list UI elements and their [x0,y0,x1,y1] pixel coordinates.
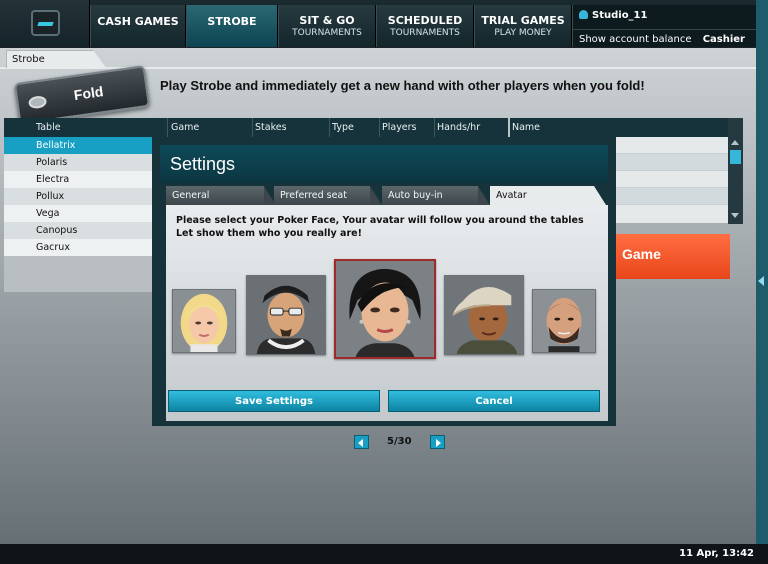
column-divider [434,118,435,137]
bald-bearded-man-avatar[interactable] [532,289,596,353]
user-icon [579,10,588,19]
tab-sublabel: PLAY MONEY [494,28,552,38]
tab-label: STROBE [207,15,257,28]
table-row[interactable]: Vega [4,205,158,222]
table-row[interactable]: Electra [4,171,158,188]
divider [573,29,757,30]
settings-dialog: Settings General Preferred seat Auto buy… [152,137,616,449]
avatar-tagline: Let show them who you really are! [176,228,362,239]
column-divider [329,118,330,137]
scroll-up-icon[interactable] [731,140,739,145]
avatar-image [173,290,235,352]
tab-preferred-seat[interactable]: Preferred seat [274,186,382,205]
avatar-image [247,276,325,354]
dark-haired-woman-avatar[interactable] [334,259,436,359]
chevron-left-icon [758,276,764,286]
avatar-image [445,276,523,354]
column-header-hands-hr[interactable]: Hands/hr [437,122,480,133]
eye-icon [27,95,48,110]
fold-label: Fold [72,83,105,104]
table-row[interactable]: Pollux [4,188,158,205]
tab-label: SIT & GO [299,14,355,27]
tab-sit-and-go[interactable]: SIT & GO TOURNAMENTS [278,5,376,47]
avatar-instruction: Please select your Poker Face, Your avat… [176,215,584,226]
column-header-players[interactable]: Players [382,122,417,133]
column-header-stakes[interactable]: Stakes [255,122,287,133]
side-panel-toggle[interactable] [756,0,768,544]
tab-label: SCHEDULED [387,14,463,27]
account-panel: Studio_11 Show account balance Cashier [572,5,757,47]
tab-sublabel: TOURNAMENTS [292,28,362,38]
previous-avatar-button[interactable] [354,435,369,449]
column-divider [252,118,253,137]
tab-trial-games[interactable]: TRIAL GAMES PLAY MONEY [474,5,572,47]
tab-general[interactable]: General [166,186,276,205]
top-navigation-bar: CASH GAMES STROBE SIT & GO TOURNAMENTS S… [0,0,757,47]
tab-strobe[interactable]: STROBE [186,5,278,47]
scroll-thumb[interactable] [730,150,741,164]
column-divider [167,118,168,137]
tab-auto-buy-in[interactable]: Auto buy-in [382,186,490,205]
show-balance-link[interactable]: Show account balance [579,34,692,45]
avatar-settings-panel: Please select your Poker Face, Your avat… [166,205,608,449]
players-scrollbar[interactable] [728,118,743,224]
column-header-name[interactable]: Name [512,122,540,133]
avatar-image [336,261,434,357]
table-row[interactable]: Polaris [4,154,158,171]
table-row[interactable]: Canopus [4,222,158,239]
column-divider [379,118,380,137]
table-row[interactable]: Bellatrix [4,137,158,154]
next-avatar-button[interactable] [430,435,445,449]
subtab-strobe[interactable]: Strobe [6,50,107,69]
list-item [608,137,728,154]
players-list [608,137,728,223]
table-list: Bellatrix Polaris Electra Pollux Vega Ca… [4,137,158,292]
table-list-header: Table Game Stakes Type Players Hands/hr [4,118,508,137]
column-header-type[interactable]: Type [332,122,354,133]
avatar-page-counter: 5/30 [387,436,412,447]
dialog-title: Settings [160,145,608,183]
fold-button-graphic: Fold [13,65,151,125]
tab-label: CASH GAMES [97,15,179,28]
lobby-home-button[interactable] [0,0,90,47]
scroll-down-icon[interactable] [731,213,739,218]
fold-illustration: Fold [12,65,152,125]
column-header-game[interactable]: Game [171,122,199,133]
account-user[interactable]: Studio_11 [579,10,647,21]
clock: 11 Apr, 13:42 [679,548,754,559]
join-game-button[interactable]: Game [608,234,730,279]
avatar-image [533,290,595,352]
man-with-glasses-avatar[interactable] [246,275,326,355]
tab-sublabel: TOURNAMENTS [390,28,460,38]
cancel-button[interactable]: Cancel [388,390,600,412]
players-list-header: Name [510,118,743,137]
table-row[interactable]: Gacrux [4,239,158,256]
tab-label: TRIAL GAMES [481,14,565,27]
blonde-woman-avatar[interactable] [172,289,236,353]
list-item [608,188,728,205]
avatar-pager: 5/30 [354,433,450,451]
status-bar: 11 Apr, 13:42 [0,544,768,564]
list-item [608,154,728,171]
settings-tabs: General Preferred seat Auto buy-in Avata… [166,186,608,205]
tab-cash-games[interactable]: CASH GAMES [90,5,186,47]
column-header-table[interactable]: Table [36,122,61,133]
list-item [608,171,728,188]
lobby-icon [31,10,60,36]
username: Studio_11 [592,10,648,21]
promo-text: Play Strobe and immediately get a new ha… [160,78,645,93]
cashier-link[interactable]: Cashier [703,34,745,45]
tab-scheduled-tournaments[interactable]: SCHEDULED TOURNAMENTS [376,5,474,47]
tab-avatar[interactable]: Avatar [490,186,606,205]
save-settings-button[interactable]: Save Settings [168,390,380,412]
man-with-cap-avatar[interactable] [444,275,524,355]
